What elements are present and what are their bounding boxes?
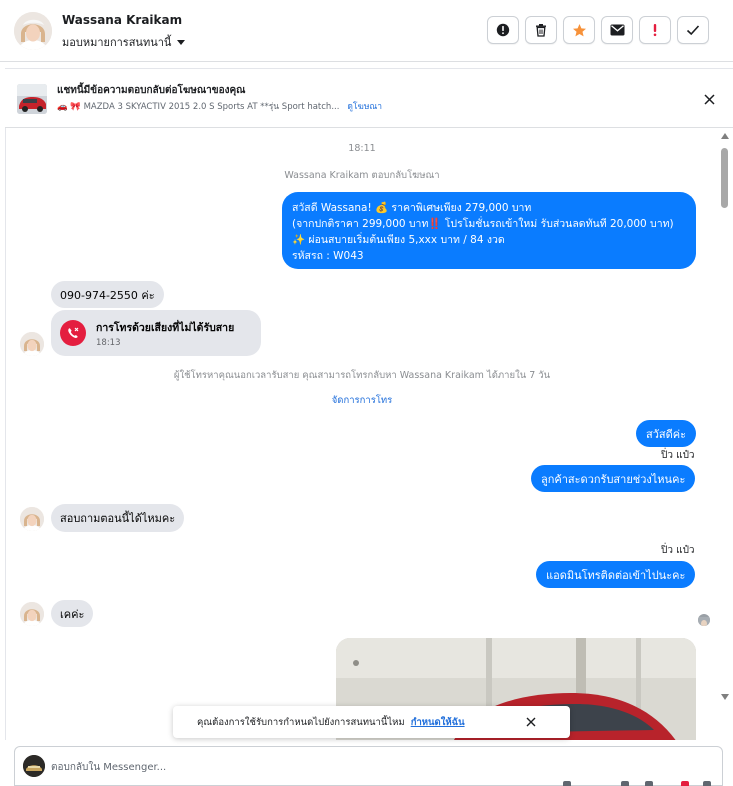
- incoming-phone-message: 090-974-2550 ค่ะ: [51, 281, 164, 308]
- seen-receipt-avatar: [698, 614, 710, 626]
- assign-prompt-message: คุณต้องการใช้รับการกำหนดไปยังการสนทนานี้…: [197, 716, 405, 728]
- outgoing-ask-time-message: ลูกค้าสะดวกรับสายช่วงไหนคะ: [531, 465, 696, 492]
- exclamation-icon: [653, 24, 657, 37]
- ad-context-banner: แชทนี้มีข้อความตอบกลับต่อโฆษณาของคุณ 🚗 🎀…: [5, 68, 733, 128]
- gif-icon[interactable]: [645, 781, 653, 786]
- star-icon: [572, 23, 586, 36]
- scrollbar-thumb[interactable]: [721, 148, 728, 208]
- reply-input[interactable]: [51, 759, 691, 775]
- mark-unread-button[interactable]: [601, 16, 633, 44]
- customer-avatar-small[interactable]: [20, 507, 44, 531]
- view-ad-link[interactable]: ดูโฆษณา: [347, 99, 382, 113]
- ad-description: 🚗 🎀 MAZDA 3 SKYACTIV 2015 2.0 S Sports A…: [57, 102, 340, 112]
- message-thread[interactable]: 18:11 Wassana Kraikam ตอบกลับโฆษณา สวัสด…: [5, 128, 733, 740]
- customer-name: Wassana Kraikam: [62, 13, 183, 27]
- trash-icon: [536, 24, 546, 37]
- close-icon: [526, 717, 536, 727]
- customer-avatar[interactable]: [14, 12, 52, 50]
- assign-to-me-link[interactable]: กำหนดให้ฉัน: [411, 715, 465, 730]
- assign-conversation-dropdown[interactable]: มอบหมายการสนทนานี้: [62, 33, 186, 51]
- customer-avatar-small[interactable]: [20, 602, 44, 626]
- manage-calls-link[interactable]: จัดการการโทร: [6, 393, 718, 408]
- ad-reply-note: Wassana Kraikam ตอบกลับโฆษณา: [284, 170, 440, 181]
- close-banner-button[interactable]: [699, 89, 719, 109]
- message-timestamp: 18:11: [348, 143, 376, 154]
- offer-line: (จากปกติราคา 299,000 บาท‼️ โปรโมชั่นรถเข…: [292, 218, 674, 230]
- like-icon[interactable]: [681, 781, 689, 786]
- missed-call-card[interactable]: การโทรด้วยเสียงที่ไม่ได้รับสาย 18:13: [51, 310, 261, 356]
- star-button[interactable]: [563, 16, 595, 44]
- missed-call-icon: [60, 320, 86, 346]
- outgoing-offer-message: สวัสดี Wassana! 💰 ราคาพิเศษเพียง 279,000…: [282, 192, 696, 269]
- spam-button[interactable]: [639, 16, 671, 44]
- offer-line: รหัสรถ : W043: [292, 250, 364, 262]
- scroll-up-arrow-icon[interactable]: [721, 133, 729, 139]
- missed-call-time: 18:13: [96, 338, 121, 348]
- call-notice: ผู้ใช้โทรหาคุณนอกเวลารับสาย คุณสามารถโทร…: [173, 370, 551, 381]
- ad-thumbnail[interactable]: [17, 84, 47, 114]
- missed-call-title: การโทรด้วยเสียงที่ไม่ได้รับสาย: [96, 322, 235, 334]
- outgoing-admin-call-message: แอดมินโทรติดต่อเข้าไปนะคะ: [536, 561, 696, 588]
- assign-label: มอบหมายการสนทนานี้: [62, 36, 172, 49]
- ad-banner-line: 🚗 🎀 MAZDA 3 SKYACTIV 2015 2.0 S Sports A…: [57, 99, 382, 113]
- conversation-toolbar: [487, 16, 709, 44]
- delete-button[interactable]: [525, 16, 557, 44]
- conversation-header: Wassana Kraikam มอบหมายการสนทนานี้: [0, 0, 733, 62]
- customer-avatar-small[interactable]: [20, 332, 44, 356]
- page-sender-name: ปิ่ว แป๋ว: [661, 450, 695, 461]
- close-icon: [703, 93, 715, 105]
- info-button[interactable]: [487, 16, 519, 44]
- chevron-down-icon: [177, 39, 186, 45]
- check-icon: [686, 25, 700, 36]
- scroll-down-arrow-icon[interactable]: [721, 694, 729, 700]
- offer-line: ✨ ผ่อนสบายเริ่มต้นเพียง 5,xxx บาท / 84 ง…: [292, 234, 505, 246]
- incoming-ask-now-message: สอบถามตอนนี้ได้ไหมคะ: [51, 504, 185, 532]
- dismiss-toast-button[interactable]: [524, 715, 538, 729]
- offer-line: สวัสดี Wassana! 💰 ราคาพิเศษเพียง 279,000…: [292, 202, 532, 214]
- ad-banner-title: แชทนี้มีข้อความตอบกลับต่อโฆษณาของคุณ: [57, 85, 246, 96]
- assign-prompt-toast: คุณต้องการใช้รับการกำหนดไปยังการสนทนานี้…: [173, 706, 570, 738]
- page-sender-name: ปิ่ว แป๋ว: [661, 545, 695, 556]
- send-icon[interactable]: [703, 781, 711, 786]
- envelope-icon: [610, 24, 624, 36]
- mark-done-button[interactable]: [677, 16, 709, 44]
- outgoing-hello-message: สวัสดีค่ะ: [636, 420, 697, 447]
- info-icon: [496, 23, 510, 37]
- emoji-icon[interactable]: [563, 781, 571, 786]
- attachment-icon[interactable]: [621, 781, 629, 786]
- reply-composer: [14, 746, 723, 786]
- page-avatar: [23, 755, 45, 777]
- incoming-ok-message: เคค่ะ: [51, 600, 94, 627]
- thread-scrollbar[interactable]: [717, 128, 733, 708]
